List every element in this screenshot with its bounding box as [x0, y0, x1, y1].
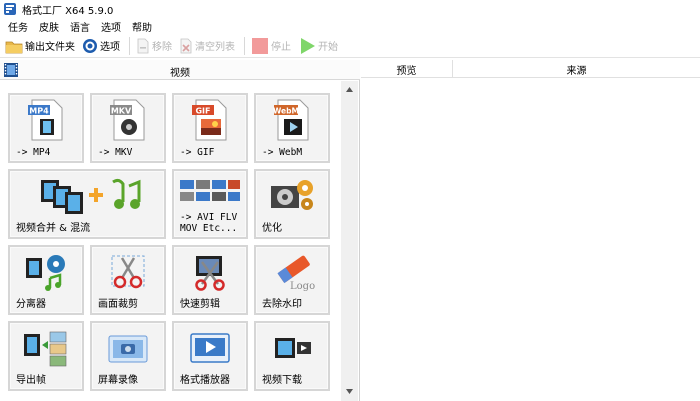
menu-skin[interactable]: 皮肤	[39, 19, 59, 34]
tile-mp4[interactable]: MP4 -> MP4	[8, 93, 84, 163]
mkv-badge-text: MKV	[111, 107, 132, 116]
format-factory-icon	[4, 3, 16, 15]
menu-help[interactable]: 帮助	[132, 19, 152, 34]
toolbar: 输出文件夹 选项 移除 清空列表 停止 开始	[0, 34, 700, 58]
toolbar-separator	[244, 36, 245, 55]
task-list: 预览 来源	[361, 60, 700, 401]
tile-label: -> AVI FLV MOV Etc...	[180, 212, 238, 234]
tile-quick-cut[interactable]: 快速剪辑	[172, 245, 248, 315]
screen-record-icon	[108, 335, 148, 363]
remove-label: 移除	[152, 42, 172, 53]
tile-gif[interactable]: GIF -> GIF	[172, 93, 248, 163]
toolbar-separator	[129, 36, 130, 55]
tile-label: 视频合并 & 混流	[16, 223, 91, 234]
clear-list-icon	[180, 38, 192, 53]
function-panel: 视频 MP4 -> MP4 MKV -> MKV GIF -> GIF WebM…	[0, 60, 360, 401]
tile-format-player[interactable]: 格式播放器	[172, 321, 248, 391]
remove-document-icon	[137, 38, 149, 53]
output-folder-label: 输出文件夹	[25, 42, 75, 53]
category-title: 视频	[170, 68, 190, 79]
video-download-icon	[275, 338, 311, 358]
mp4-badge-text: MP4	[29, 107, 49, 116]
gif-file-icon: GIF	[192, 99, 227, 141]
tile-label: 视频下载	[262, 375, 302, 386]
tile-crop[interactable]: 画面裁剪	[90, 245, 166, 315]
window-title: 格式工厂 X64 5.9.0	[22, 5, 114, 17]
quick-cut-icon	[195, 256, 225, 291]
tile-label: 屏幕录像	[98, 375, 138, 386]
title-bar: 格式工厂 X64 5.9.0	[0, 0, 700, 18]
media-player-icon	[190, 333, 230, 363]
start-label: 开始	[318, 42, 338, 53]
vertical-scrollbar[interactable]	[341, 81, 358, 401]
function-grid: MP4 -> MP4 MKV -> MKV GIF -> GIF WebM ->…	[8, 93, 338, 401]
gif-badge-text: GIF	[195, 107, 210, 116]
chevron-down-icon	[346, 388, 353, 394]
column-header-preview[interactable]: 预览	[361, 60, 453, 78]
tile-export-frames[interactable]: 导出帧	[8, 321, 84, 391]
tile-label: 导出帧	[16, 375, 46, 386]
video-formats-icon	[180, 180, 240, 201]
menu-bar: 任务 皮肤 语言 选项 帮助	[0, 18, 700, 34]
chevron-up-icon	[346, 86, 353, 92]
scroll-down-button[interactable]	[341, 385, 358, 397]
stop-icon	[252, 37, 268, 54]
tile-webm[interactable]: WebM -> WebM	[254, 93, 330, 163]
tile-label: -> MKV	[98, 147, 133, 158]
mp4-file-icon: MP4	[28, 99, 63, 141]
task-list-header: 预览 来源	[361, 60, 700, 78]
format-factory-window: 格式工厂 X64 5.9.0 任务 皮肤 语言 选项 帮助 输出文件夹 选项 移…	[0, 0, 700, 401]
output-folder-button[interactable]: 输出文件夹	[5, 36, 75, 56]
tile-splitter[interactable]: 分离器	[8, 245, 84, 315]
menu-language[interactable]: 语言	[70, 19, 90, 34]
tile-label: 格式播放器	[180, 375, 230, 386]
start-button[interactable]: 开始	[298, 36, 338, 56]
options-button[interactable]: 选项	[82, 36, 120, 56]
tile-optimize[interactable]: 优化	[254, 169, 330, 239]
optimize-gears-icon	[271, 180, 313, 210]
category-header-video[interactable]: 视频	[0, 60, 360, 80]
tile-remove-watermark[interactable]: Logo 去除水印	[254, 245, 330, 315]
clear-list-label: 清空列表	[195, 42, 235, 53]
tile-merge[interactable]: 视频合并 & 混流	[8, 169, 166, 239]
logo-watermark-text: Logo	[290, 281, 315, 292]
tile-label: -> GIF	[180, 147, 215, 158]
gear-icon	[83, 38, 97, 53]
tile-label: 去除水印	[262, 299, 302, 310]
menu-options[interactable]: 选项	[101, 19, 121, 34]
stop-label: 停止	[271, 42, 291, 53]
export-frames-icon	[24, 331, 67, 367]
eraser-icon: Logo	[277, 255, 315, 292]
webm-badge-text: WebM	[273, 107, 299, 116]
crop-scissors-icon	[111, 255, 145, 289]
folder-icon	[5, 41, 23, 53]
tile-label: -> WebM	[262, 147, 303, 158]
tile-video-download[interactable]: 视频下载	[254, 321, 330, 391]
mkv-file-icon: MKV	[110, 99, 145, 141]
stop-button[interactable]: 停止	[251, 36, 291, 56]
play-icon	[301, 37, 315, 54]
merge-video-icon	[41, 178, 141, 214]
splitter-icon	[26, 255, 65, 291]
column-header-source[interactable]: 来源	[453, 60, 700, 78]
tile-label: 快速剪辑	[180, 299, 220, 310]
clear-list-button[interactable]: 清空列表	[179, 36, 235, 56]
tile-avi-flv-mov[interactable]: -> AVI FLV MOV Etc...	[172, 169, 248, 239]
tile-screen-record[interactable]: 屏幕录像	[90, 321, 166, 391]
tile-label: 优化	[262, 223, 282, 234]
tile-label: -> MP4	[16, 147, 51, 158]
webm-file-icon: WebM	[273, 99, 309, 141]
menu-task[interactable]: 任务	[8, 19, 28, 34]
scroll-up-button[interactable]	[341, 83, 358, 95]
tile-label: 分离器	[16, 299, 46, 310]
tile-label: 画面裁剪	[98, 299, 138, 310]
remove-button[interactable]: 移除	[136, 36, 172, 56]
tile-mkv[interactable]: MKV -> MKV	[90, 93, 166, 163]
options-label: 选项	[100, 42, 120, 53]
